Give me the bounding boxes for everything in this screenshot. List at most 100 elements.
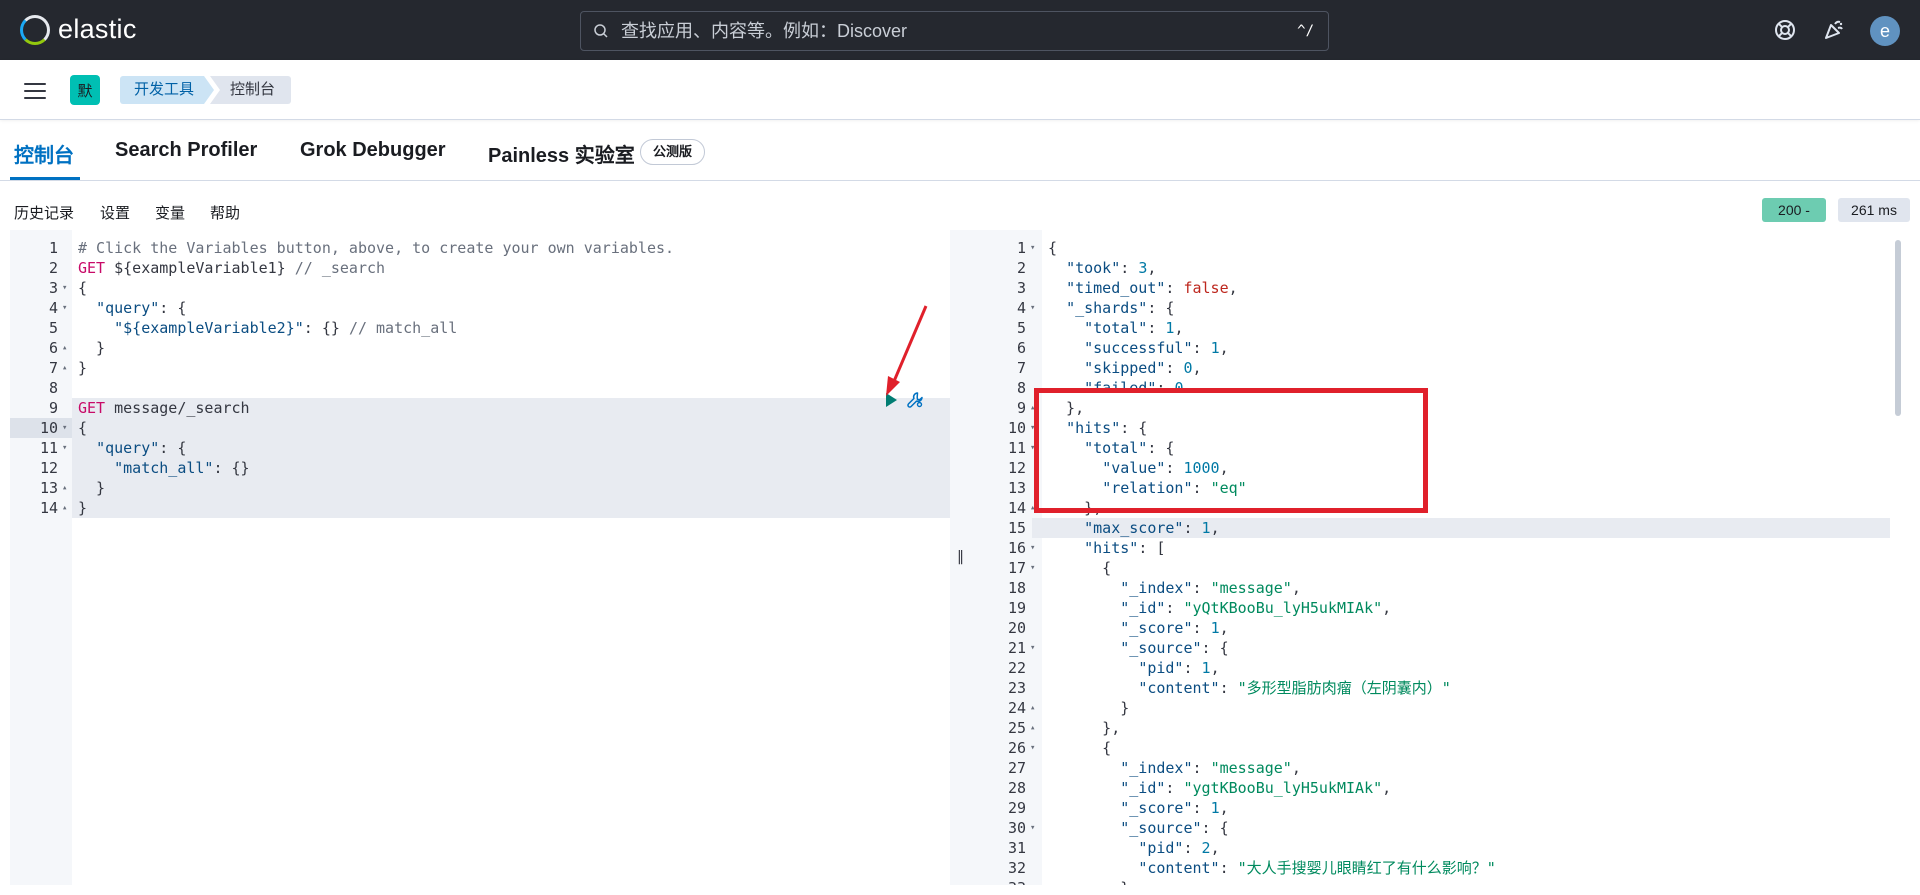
code-line[interactable]: 24 ▴ } — [970, 698, 1890, 718]
tab-painless-lab[interactable]: Painless 实验室 — [488, 139, 635, 168]
line-number: 18 — [1007, 579, 1026, 597]
search-icon — [594, 24, 608, 38]
code-line[interactable]: 30 ▾ "_source": { — [970, 818, 1890, 838]
fold-close-icon[interactable]: ▴ — [62, 498, 67, 518]
code-line[interactable]: 18 "_index": "message", — [970, 578, 1890, 598]
user-avatar[interactable]: e — [1870, 16, 1900, 46]
fold-open-icon[interactable]: ▾ — [62, 278, 67, 298]
tab-search-profiler[interactable]: Search Profiler — [115, 139, 257, 162]
active-tab-indicator — [10, 177, 80, 180]
code-text: } — [78, 479, 106, 497]
code-text: "query": { — [96, 439, 187, 457]
code-line[interactable]: 23 "content": "多形型脂肪肉瘤（左阴囊内）" — [970, 678, 1890, 698]
code-line[interactable]: 5 "total": 1, — [970, 318, 1890, 338]
code-line[interactable]: 3 "timed_out": false, — [970, 278, 1890, 298]
code-line[interactable]: 1 # Click the Variables button, above, to… — [10, 238, 950, 258]
fold-open-icon[interactable]: ▾ — [62, 298, 67, 318]
code-line[interactable]: 15 "max_score": 1, — [970, 518, 1890, 538]
code-line[interactable]: 25 ▴ }, — [970, 718, 1890, 738]
fold-close-icon[interactable]: ▴ — [1030, 718, 1035, 738]
help-button[interactable]: 帮助 — [210, 202, 240, 223]
fold-open-icon[interactable]: ▾ — [1030, 818, 1035, 838]
fold-open-icon[interactable]: ▾ — [62, 438, 67, 458]
fold-close-icon[interactable]: ▴ — [1030, 878, 1035, 885]
space-avatar[interactable]: 默 — [70, 75, 100, 105]
line-number: 29 — [1007, 799, 1026, 817]
code-line[interactable]: 8 — [10, 378, 950, 398]
fold-open-icon[interactable]: ▾ — [1030, 238, 1035, 258]
fold-open-icon[interactable]: ▾ — [1030, 538, 1035, 558]
fold-open-icon[interactable]: ▾ — [1030, 738, 1035, 758]
code-line[interactable]: 4 ▾ "query": { — [10, 298, 950, 318]
breadcrumb-dev-tools[interactable]: 开发工具 — [120, 76, 214, 104]
code-text: "took": 3, — [1066, 259, 1157, 277]
line-number: 14 — [39, 499, 58, 517]
fold-open-icon[interactable]: ▾ — [1030, 558, 1035, 578]
response-scrollbar[interactable] — [1895, 240, 1901, 416]
code-line[interactable]: 29 "_score": 1, — [970, 798, 1890, 818]
fold-open-icon[interactable]: ▾ — [62, 418, 67, 438]
code-line[interactable]: 16 ▾ "hits": [ — [970, 538, 1890, 558]
newsfeed-icon[interactable] — [1822, 18, 1846, 42]
code-line[interactable]: 10 ▾ { — [10, 418, 950, 438]
line-number: 23 — [1007, 679, 1026, 697]
code-line[interactable]: 1 ▾ { — [970, 238, 1890, 258]
code-line[interactable]: 7 ▴} — [10, 358, 950, 378]
code-line[interactable]: 14 ▴} — [10, 498, 950, 518]
code-line[interactable]: 11 ▾ "query": { — [10, 438, 950, 458]
line-number: 26 — [1007, 739, 1026, 757]
line-number: 10 — [39, 419, 58, 437]
code-line[interactable]: 17 ▾ { — [970, 558, 1890, 578]
global-search[interactable]: ^/ — [580, 11, 1329, 51]
settings-button[interactable]: 设置 — [100, 202, 130, 223]
fold-close-icon[interactable]: ▴ — [62, 358, 67, 378]
code-line[interactable]: 3 ▾ { — [10, 278, 950, 298]
code-line[interactable]: 33 ▴ } — [970, 878, 1890, 885]
line-number: 16 — [1007, 539, 1026, 557]
line-number: 22 — [1007, 659, 1026, 677]
code-line[interactable]: 31 "pid": 2, — [970, 838, 1890, 858]
search-input[interactable] — [621, 20, 1298, 42]
code-line[interactable]: 27 "_index": "message", — [970, 758, 1890, 778]
line-number: 13 — [1007, 479, 1026, 497]
fold-open-icon[interactable]: ▾ — [1030, 638, 1035, 658]
line-number: 9 — [48, 399, 58, 417]
code-line[interactable]: 26 ▾ { — [970, 738, 1890, 758]
code-line[interactable]: 7 "skipped": 0, — [970, 358, 1890, 378]
code-text: "_score": 1, — [1120, 619, 1229, 637]
code-line[interactable]: 12 "match_all": {} — [10, 458, 950, 478]
code-text: "_id": "yQtKBooBu_lyH5ukMIAk", — [1120, 599, 1392, 617]
fold-close-icon[interactable]: ▴ — [1030, 698, 1035, 718]
code-line[interactable]: 13 ▴ } — [10, 478, 950, 498]
variables-button[interactable]: 变量 — [155, 202, 185, 223]
help-icon[interactable] — [1773, 18, 1797, 42]
fold-close-icon[interactable]: ▴ — [62, 478, 67, 498]
menu-icon[interactable] — [24, 83, 46, 99]
tab-console[interactable]: 控制台 — [14, 139, 74, 168]
annotation-highlight-box — [1034, 388, 1428, 513]
code-line[interactable]: 21 ▾ "_source": { — [970, 638, 1890, 658]
line-number: 7 — [1016, 359, 1026, 377]
code-line[interactable]: 6 "successful": 1, — [970, 338, 1890, 358]
history-button[interactable]: 历史记录 — [14, 202, 74, 223]
code-text: "_id": "ygtKBooBu_lyH5ukMIAk", — [1120, 779, 1392, 797]
console-toolbar: 历史记录 设置 变量 帮助 — [0, 195, 1920, 227]
fold-close-icon[interactable]: ▴ — [62, 338, 67, 358]
code-line[interactable]: 22 "pid": 1, — [970, 658, 1890, 678]
code-line[interactable]: 19 "_id": "yQtKBooBu_lyH5ukMIAk", — [970, 598, 1890, 618]
fold-open-icon[interactable]: ▾ — [1030, 298, 1035, 318]
code-line[interactable]: 28 "_id": "ygtKBooBu_lyH5ukMIAk", — [970, 778, 1890, 798]
request-editor[interactable]: 1 # Click the Variables button, above, to… — [10, 230, 950, 885]
line-number: 8 — [48, 379, 58, 397]
elastic-logo[interactable]: elastic — [20, 14, 137, 45]
code-line[interactable]: 4 ▾ "_shards": { — [970, 298, 1890, 318]
code-line[interactable]: 20 "_score": 1, — [970, 618, 1890, 638]
code-line[interactable]: 2 GET ${exampleVariable1} // _search — [10, 258, 950, 278]
code-line[interactable]: 9 GET message/_search — [10, 398, 950, 418]
code-line[interactable]: 2 "took": 3, — [970, 258, 1890, 278]
code-line[interactable]: 6 ▴ } — [10, 338, 950, 358]
response-editor[interactable]: 1 ▾{2 "took": 3, 3 "timed_out": false, 4 ▾ "… — [970, 230, 1890, 885]
code-line[interactable]: 32 "content": "大人手搜婴儿眼睛红了有什么影响？" — [970, 858, 1890, 878]
code-line[interactable]: 5 "${exampleVariable2}": {} // match_all — [10, 318, 950, 338]
tab-grok-debugger[interactable]: Grok Debugger — [300, 139, 446, 162]
